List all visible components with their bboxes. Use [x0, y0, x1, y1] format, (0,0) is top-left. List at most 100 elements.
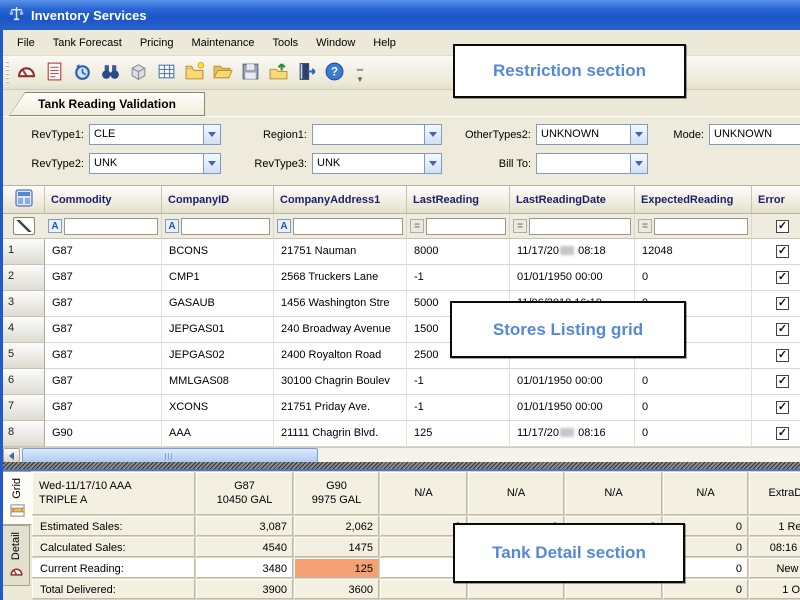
history-button[interactable]	[68, 59, 96, 87]
grid-button[interactable]	[152, 59, 180, 87]
filter-input[interactable]	[654, 218, 748, 235]
row-number[interactable]: 5	[3, 343, 45, 369]
new-folder-button[interactable]	[180, 59, 208, 87]
menu-item-help[interactable]: Help	[364, 33, 405, 53]
filter-input[interactable]	[426, 218, 506, 235]
filter-cell-error[interactable]: ✓	[752, 214, 800, 238]
row-number[interactable]: 4	[3, 317, 45, 343]
cell-company-id: XCONS	[162, 395, 274, 421]
cell-last-reading: -1	[407, 395, 510, 421]
error-checkbox[interactable]: ✓	[776, 245, 789, 258]
dropdown-arrow-icon[interactable]	[630, 125, 647, 144]
detail-header-cell: N/A	[565, 472, 662, 515]
combo-revtype1[interactable]: CLE	[89, 124, 221, 145]
error-checkbox[interactable]: ✓	[776, 271, 789, 284]
export-button[interactable]	[264, 59, 292, 87]
filter-cell-lastreading[interactable]: =	[407, 214, 510, 238]
tab-tank-reading-validation[interactable]: Tank Reading Validation	[9, 92, 205, 116]
table-row: 2G87CMP12568 Truckers Lane-101/01/1950 0…	[3, 265, 800, 291]
exit-button[interactable]	[292, 59, 320, 87]
menu-item-tools[interactable]: Tools	[263, 33, 307, 53]
row-number[interactable]: 2	[3, 265, 45, 291]
menu-item-tank-forecast[interactable]: Tank Forecast	[44, 33, 131, 53]
toolbar-grip[interactable]	[6, 61, 9, 85]
dropdown-arrow-icon[interactable]	[203, 154, 220, 173]
row-number[interactable]: 7	[3, 395, 45, 421]
save-button[interactable]	[236, 59, 264, 87]
menu-item-window[interactable]: Window	[307, 33, 364, 53]
toolbar-overflow-button[interactable]: ▔ ▼	[356, 64, 364, 82]
column-header-lastreading[interactable]: LastReading	[407, 186, 510, 214]
filter-input[interactable]	[64, 218, 158, 235]
row-number[interactable]: 8	[3, 421, 45, 447]
column-header-expectedreading[interactable]: ExpectedReading	[635, 186, 752, 214]
dropdown-arrow-icon[interactable]	[203, 125, 220, 144]
error-filter-checkbox[interactable]: ✓	[776, 220, 789, 233]
clear-filter-button[interactable]	[3, 214, 45, 238]
cell-company-address: 240 Broadway Avenue	[274, 317, 407, 343]
error-checkbox[interactable]: ✓	[776, 375, 789, 388]
error-checkbox[interactable]: ✓	[776, 323, 789, 336]
open-folder-button[interactable]	[208, 59, 236, 87]
detail-header-row: Wed-11/17/10 AAATRIPLE AG8710450 GALG909…	[32, 472, 800, 515]
menu-item-maintenance[interactable]: Maintenance	[182, 33, 263, 53]
side-tab-grid[interactable]: Grid	[3, 471, 32, 525]
row-number[interactable]: 1	[3, 239, 45, 265]
detail-side-tabs: GridDetail	[3, 471, 32, 600]
combo-revtype3[interactable]: UNK	[312, 153, 442, 174]
title-bar[interactable]: Inventory Services	[0, 0, 800, 30]
column-header-companyaddress1[interactable]: CompanyAddress1	[274, 186, 407, 214]
binoculars-button[interactable]	[96, 59, 124, 87]
filter-input[interactable]	[293, 218, 403, 235]
help-button[interactable]: ?	[320, 59, 348, 87]
column-header-error[interactable]: Error	[752, 186, 800, 214]
package-button[interactable]	[124, 59, 152, 87]
row-number[interactable]: 3	[3, 291, 45, 317]
combo-mode[interactable]: UNKNOWN	[709, 124, 800, 145]
detail-cell: 1475	[294, 537, 379, 557]
filter-cell-commodity[interactable]: A	[45, 214, 162, 238]
filter-cell-lastreadingdate[interactable]: =	[510, 214, 635, 238]
error-checkbox[interactable]: ✓	[776, 427, 789, 440]
filter-input[interactable]	[181, 218, 270, 235]
detail-cell: 3480	[196, 558, 293, 578]
left-arrow-icon	[9, 452, 14, 460]
dropdown-arrow-icon[interactable]	[424, 154, 441, 173]
binoculars-icon	[100, 61, 121, 85]
callout-tank-detail-section: Tank Detail section	[453, 523, 685, 583]
row-number[interactable]: 6	[3, 369, 45, 395]
combo-othertypes2[interactable]: UNKNOWN	[536, 124, 648, 145]
scroll-thumb[interactable]	[22, 448, 318, 463]
column-header-lastreadingdate[interactable]: LastReadingDate	[510, 186, 635, 214]
combo-bill-to[interactable]	[536, 153, 648, 174]
horizontal-scrollbar[interactable]	[3, 447, 800, 463]
report-button[interactable]	[40, 59, 68, 87]
menu-item-pricing[interactable]: Pricing	[131, 33, 183, 53]
gauge-icon	[9, 564, 24, 579]
column-header-commodity[interactable]: Commodity	[45, 186, 162, 214]
filter-cell-expectedreading[interactable]: =	[635, 214, 752, 238]
scroll-left-button[interactable]	[3, 448, 20, 463]
error-checkbox[interactable]: ✓	[776, 401, 789, 414]
filter-label: RevType1:	[12, 129, 84, 141]
toolbar-buttons: ?	[12, 59, 348, 87]
column-header-companyid[interactable]: CompanyID	[162, 186, 274, 214]
side-tab-detail[interactable]: Detail	[3, 525, 30, 586]
grid-header-row: CommodityCompanyIDCompanyAddress1LastRea…	[3, 186, 800, 214]
combo-region1[interactable]	[312, 124, 442, 145]
menu-item-file[interactable]: File	[8, 33, 44, 53]
package-icon	[128, 61, 149, 85]
filter-label: RevType3:	[247, 158, 307, 170]
combo-revtype2[interactable]: UNK	[89, 153, 221, 174]
error-checkbox[interactable]: ✓	[776, 297, 789, 310]
dropdown-arrow-icon[interactable]	[630, 154, 647, 173]
filter-cell-companyid[interactable]: A	[162, 214, 274, 238]
error-checkbox[interactable]: ✓	[776, 349, 789, 362]
grid-corner-button[interactable]	[3, 186, 45, 214]
tab-label: Tank Reading Validation	[38, 97, 176, 111]
filter-cell-companyaddress1[interactable]: A	[274, 214, 407, 238]
section-splitter[interactable]	[0, 462, 800, 469]
filter-input[interactable]	[529, 218, 631, 235]
gauge-button[interactable]	[12, 59, 40, 87]
dropdown-arrow-icon[interactable]	[424, 125, 441, 144]
